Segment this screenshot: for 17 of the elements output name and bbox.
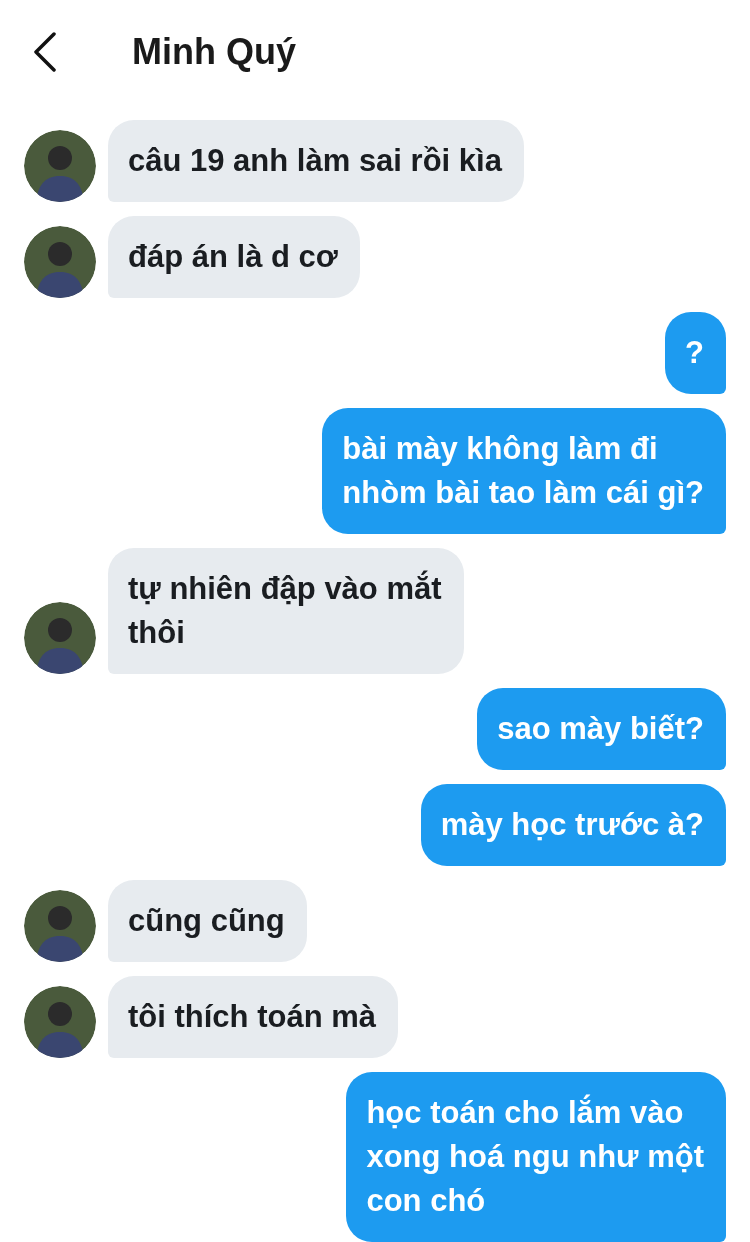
message-bubble: tôi thích toán mà: [108, 976, 398, 1058]
contact-name: Minh Quý: [132, 31, 296, 73]
message-bubble: sao mày biết?: [477, 688, 726, 770]
avatar: [24, 602, 96, 674]
message-bubble: cũng cũng: [108, 880, 307, 962]
message-bubble: học toán cho lắm vào xong hoá ngu như một con chó: [346, 1072, 726, 1242]
message-bubble: câu 19 anh làm sai rồi kìa: [108, 120, 524, 202]
avatar: [24, 890, 96, 962]
message-bubble: bài mày không làm đi nhòm bài tao làm cái gì?: [322, 408, 726, 534]
avatar: [24, 130, 96, 202]
message-bubble: tự nhiên đập vào mắt thôi: [108, 548, 464, 674]
message-bubble: đáp án là d cơ: [108, 216, 360, 298]
chevron-left-icon: [32, 32, 58, 72]
message-bubble: mày học trước à?: [420, 784, 726, 866]
avatar: [24, 986, 96, 1058]
avatar: [24, 226, 96, 298]
message-bubble: ?: [665, 312, 726, 394]
